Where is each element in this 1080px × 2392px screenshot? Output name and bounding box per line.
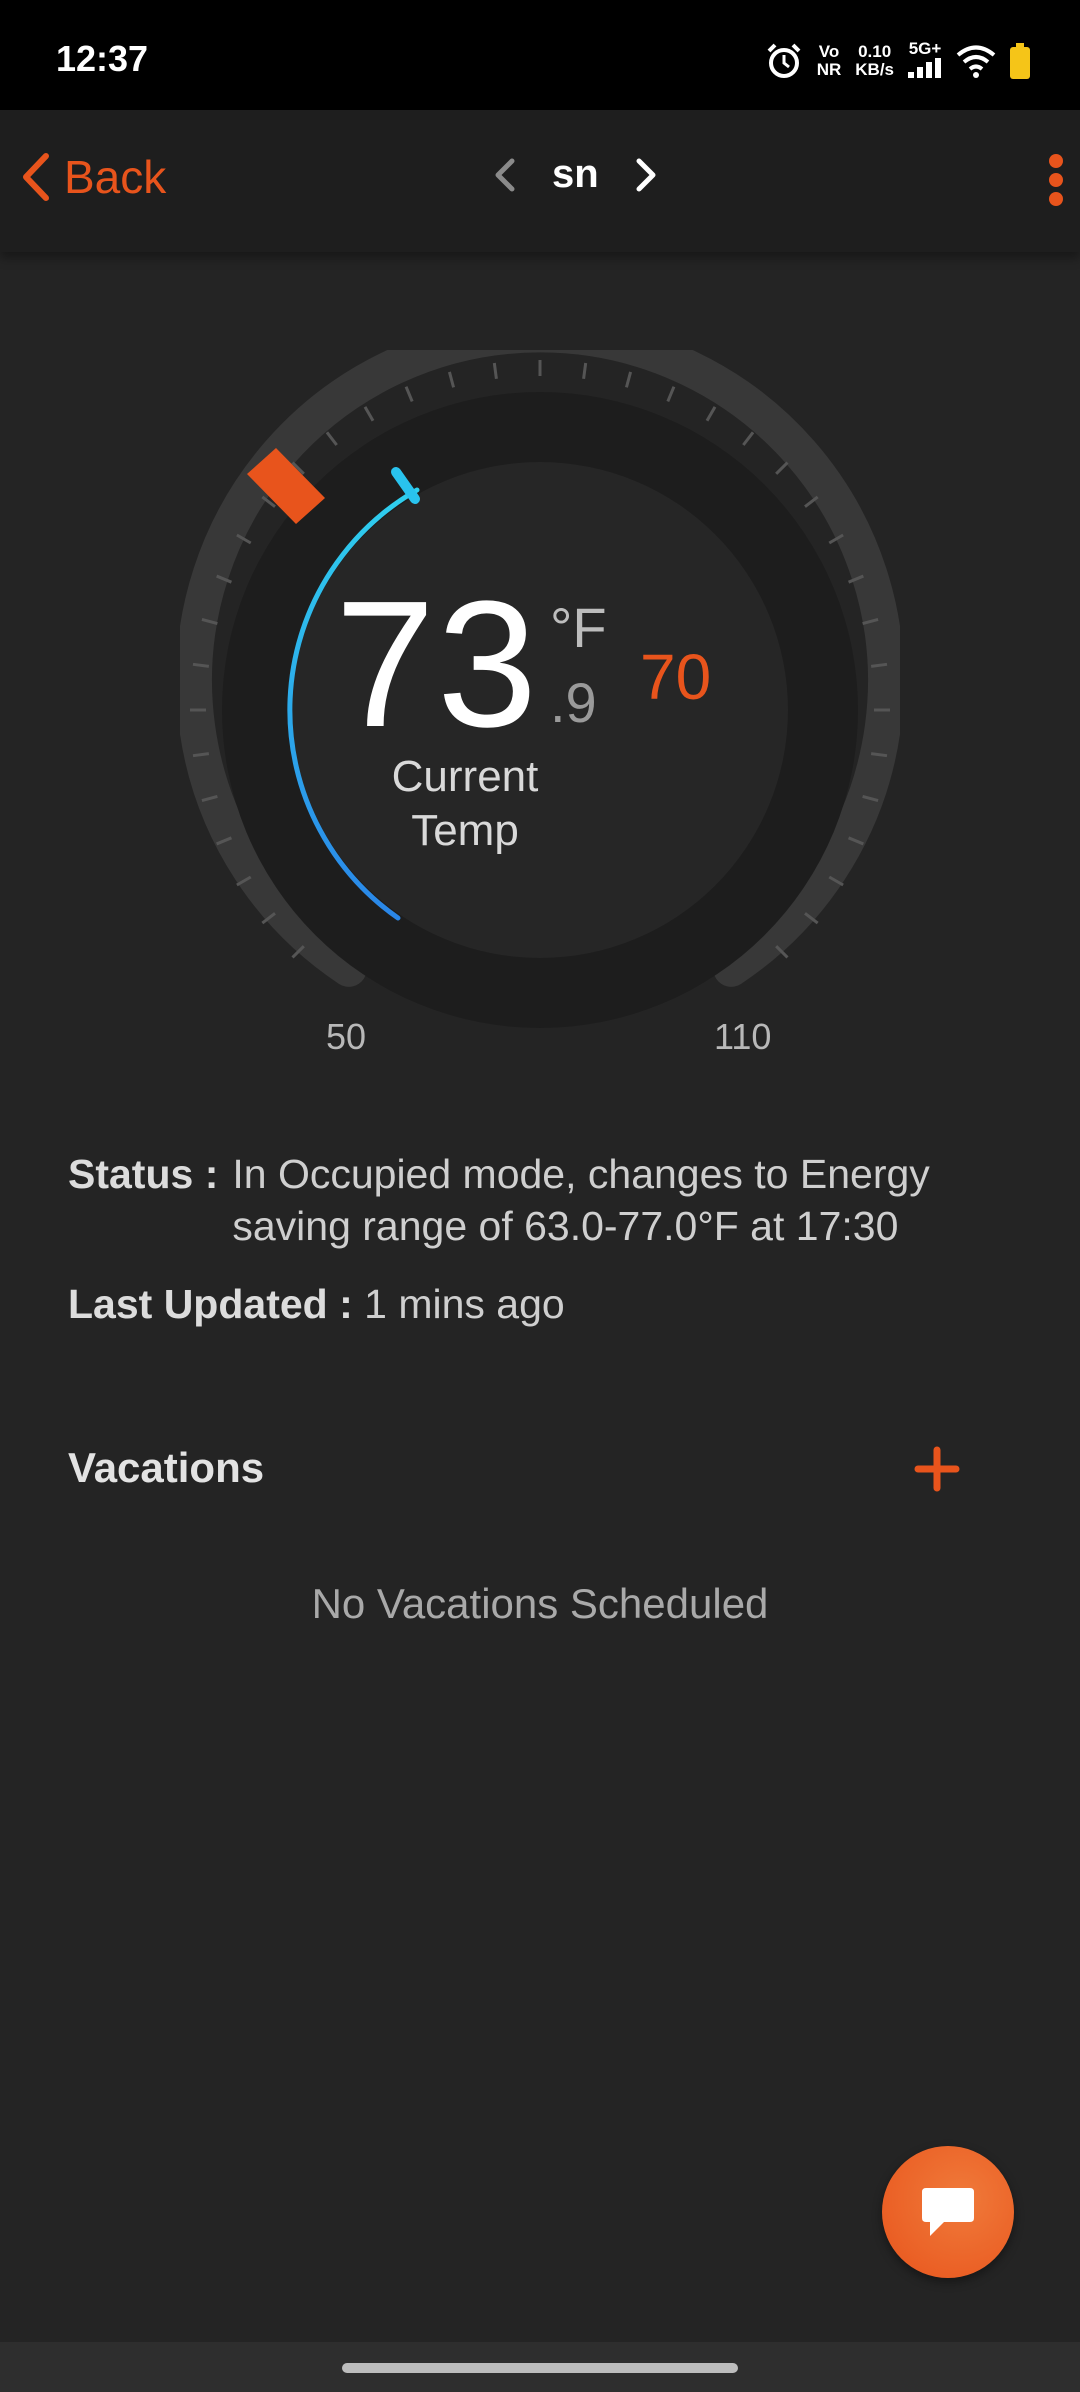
previous-device-icon[interactable] [490, 155, 520, 195]
battery-icon [1010, 43, 1030, 79]
more-vertical-icon [1049, 154, 1063, 206]
dial-tick [870, 752, 888, 758]
top-bar: Back sn [0, 110, 1080, 252]
speed-value: 0.10 [858, 42, 892, 61]
network-type: Vo NR [817, 43, 842, 79]
dial-tick [192, 752, 210, 758]
dial-tick [624, 371, 633, 388]
chevron-left-icon [23, 153, 49, 201]
back-label: Back [64, 151, 167, 203]
more-options-button[interactable] [1048, 154, 1064, 211]
dial-tick [705, 406, 717, 422]
cell-signal: 5G+ [908, 40, 942, 82]
last-updated-label: Last Updated : [68, 1281, 353, 1327]
wifi-icon [956, 45, 996, 78]
status-bar: 12:37 Vo NR 0.10 KB/s 5G+ [0, 0, 1080, 110]
status-time: 12:37 [56, 38, 149, 79]
no-vacations-message: No Vacations Scheduled [311, 1580, 769, 1627]
dial-tick [775, 461, 789, 475]
setpoint-value: 70 [640, 641, 712, 713]
next-device-icon[interactable] [631, 155, 661, 195]
status-label: Status : [68, 1151, 219, 1197]
dial-tick [325, 431, 338, 446]
chat-icon [922, 2188, 974, 2236]
dial-tick [742, 431, 755, 446]
dial-tick [492, 362, 498, 380]
status-row: Status : In Occupied mode, changes to En… [68, 1148, 972, 1252]
plus-icon[interactable] [912, 1444, 962, 1494]
last-updated-row: Last Updated : 1 mins ago [68, 1278, 565, 1330]
network-bottom-label: NR [816, 60, 842, 79]
signal-label: 5G+ [908, 39, 942, 58]
thermostat-dial[interactable] [180, 350, 900, 1070]
status-icons: Vo NR 0.10 KB/s 5G+ [765, 40, 1030, 82]
dial-tick [582, 362, 588, 380]
last-updated-value: 1 mins ago [364, 1281, 565, 1327]
network-top-label: Vo [818, 42, 840, 61]
network-speed: 0.10 KB/s [855, 43, 894, 79]
current-temp-label: Current Temp [391, 752, 539, 855]
current-temp-decimal: .9 [550, 671, 597, 734]
device-name: sn [552, 152, 599, 196]
status-value: In Occupied mode, changes to Energy savi… [232, 1151, 930, 1249]
device-switcher: sn [490, 152, 661, 197]
system-nav-bar [0, 2342, 1080, 2392]
chat-button[interactable] [882, 2146, 1014, 2278]
range-max-label: 110 [714, 1016, 772, 1057]
current-temp-value: 73 [335, 564, 540, 765]
home-indicator[interactable] [342, 2363, 738, 2373]
alarm-icon [767, 43, 801, 78]
dial-tick [363, 406, 375, 422]
signal-bars-icon [908, 58, 941, 78]
speed-unit: KB/s [855, 60, 894, 79]
dial-tick [666, 386, 676, 402]
range-min-label: 50 [326, 1016, 367, 1057]
vacations-title: Vacations [68, 1444, 265, 1491]
dial-tick [192, 662, 210, 668]
temp-unit: °F [550, 596, 607, 659]
dial-tick [404, 386, 414, 402]
dial-tick [447, 371, 456, 388]
dial-tick [870, 662, 888, 668]
back-button[interactable]: Back [20, 150, 166, 204]
